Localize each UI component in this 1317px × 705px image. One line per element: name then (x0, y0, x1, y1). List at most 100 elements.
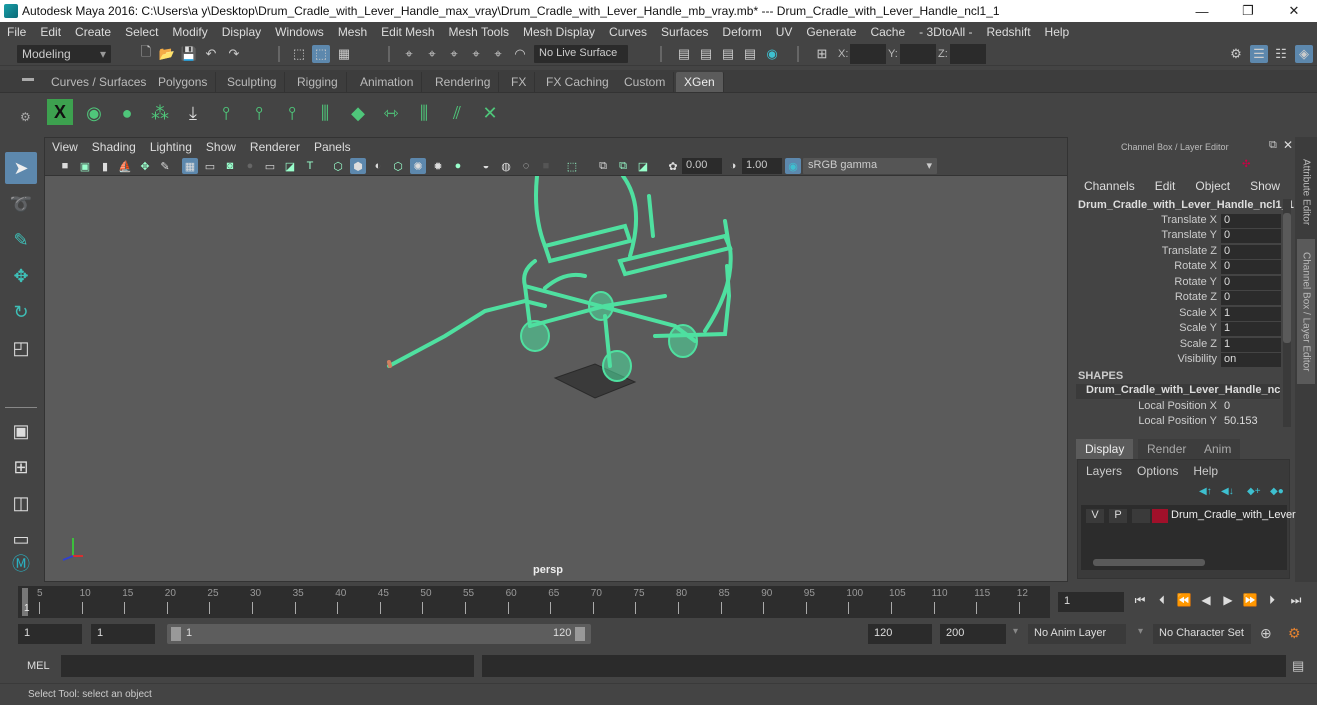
depth-of-field-icon[interactable]: ■ (538, 158, 554, 174)
grid-icon[interactable]: ▦ (182, 158, 198, 174)
single-pane-layout-icon[interactable]: ▣ (5, 415, 37, 447)
hypershade-icon[interactable]: ◉ (763, 45, 781, 63)
smooth-shade-icon[interactable]: ⬢ (350, 158, 366, 174)
range-start-handle[interactable] (171, 627, 181, 641)
menu-deform[interactable]: Deform (715, 25, 768, 39)
multisample-aa-icon[interactable]: ◌ (518, 158, 534, 174)
object-menu[interactable]: Object (1195, 179, 1230, 193)
snap-curve-icon[interactable]: ⌖ (423, 45, 441, 63)
maya-home-icon[interactable]: Ⓜ (5, 547, 37, 579)
tab-rendering[interactable]: Rendering (427, 72, 500, 92)
attr-row-rotate-y[interactable]: Rotate Y 0 (1070, 276, 1281, 291)
render-view-icon[interactable]: ▤ (675, 45, 693, 63)
menu-edit-mesh[interactable]: Edit Mesh (374, 25, 441, 39)
menu-file[interactable]: File (0, 25, 33, 39)
snap-view-plane-icon[interactable]: ⌖ (467, 45, 485, 63)
bookmark-icon[interactable]: ▮ (97, 158, 113, 174)
tab-attribute-editor[interactable]: Attribute Editor (1297, 145, 1315, 240)
menu-redshift[interactable]: Redshift (980, 25, 1038, 39)
attr-row-local-position-x[interactable]: Local Position X 0 (1070, 400, 1280, 415)
animation-preferences-icon[interactable]: ⚙ (1288, 625, 1301, 642)
menu-help[interactable]: Help (1038, 25, 1077, 39)
select-hierarchy-icon[interactable]: ⬚ (290, 45, 308, 63)
resolution-gate-icon[interactable]: ◙ (222, 158, 238, 174)
snap-point-icon[interactable]: ⌖ (445, 45, 463, 63)
attr-row-local-position-y[interactable]: Local Position Y 50.153 (1070, 415, 1280, 430)
rotate-tool-icon[interactable]: ↻ (5, 296, 37, 328)
attr-value[interactable]: 0 (1221, 400, 1281, 414)
render-settings-icon[interactable]: ▤ (741, 45, 759, 63)
save-scene-icon[interactable]: 💾 (180, 45, 198, 63)
make-live-icon[interactable]: ◠ (511, 45, 529, 63)
viewport-menu-view[interactable]: View (45, 140, 85, 154)
view-transform-dropdown[interactable]: sRGB gamma ▾ (803, 158, 937, 174)
xgen-lock-guides-icon[interactable]: ⫯ (278, 99, 306, 127)
xgen-select-guides-icon[interactable]: ⫼ (410, 99, 438, 127)
tab-polygons[interactable]: Polygons (150, 72, 217, 92)
xgen-create-description-icon[interactable]: X (47, 99, 73, 125)
tab-rigging[interactable]: Rigging (289, 72, 347, 92)
menu-select[interactable]: Select (118, 25, 165, 39)
minimize-button[interactable]: — (1179, 0, 1225, 22)
attr-value[interactable]: 1 (1221, 307, 1281, 321)
attr-value[interactable]: 0 (1221, 214, 1281, 228)
create-layer-from-selected-icon[interactable]: ◆● (1270, 486, 1284, 497)
attr-row-scale-x[interactable]: Scale X 1 (1070, 307, 1281, 322)
menu-modify[interactable]: Modify (165, 25, 214, 39)
xgen-add-guides-icon[interactable]: ⁂ (146, 99, 174, 127)
shape-name[interactable]: Drum_Cradle_with_Lever_Handle_nc... (1076, 384, 1280, 399)
use-all-lights-icon[interactable]: ✹ (430, 158, 446, 174)
go-to-end-icon[interactable]: ⏭ (1288, 592, 1304, 608)
animation-start-field[interactable]: 1 (18, 624, 82, 644)
create-empty-layer-icon[interactable]: ◆+ (1247, 486, 1261, 497)
motion-blur-icon[interactable]: ◍ (498, 158, 514, 174)
xgen-add-guide-icon[interactable]: ⫯ (212, 99, 240, 127)
tab-fx-caching[interactable]: FX Caching (538, 72, 618, 92)
auto-key-icon[interactable]: ⊕ (1260, 625, 1272, 642)
menu-generate[interactable]: Generate (799, 25, 863, 39)
menu-edit[interactable]: Edit (33, 25, 68, 39)
tool-settings-icon[interactable]: ☷ (1272, 45, 1290, 63)
channel-box-scrollbar[interactable] (1283, 199, 1291, 427)
move-layer-up-icon[interactable]: ◀↑ (1199, 486, 1212, 497)
tab-sculpting[interactable]: Sculpting (219, 72, 286, 92)
tab-channel-box-layer-editor[interactable]: Channel Box / Layer Editor (1297, 239, 1315, 384)
modeling-toolkit-icon[interactable]: ⚙ (1227, 45, 1245, 63)
range-slider-bar[interactable]: 1 120 (167, 624, 591, 644)
tab-anim-layers[interactable]: Anim (1195, 439, 1241, 459)
safe-action-icon[interactable]: ◪ (282, 158, 298, 174)
range-end-handle[interactable] (575, 627, 585, 641)
layer-hscrollbar[interactable] (1081, 557, 1287, 567)
xray-components-icon[interactable]: ◪ (635, 158, 651, 174)
new-scene-icon[interactable]: 🗋 (137, 44, 155, 63)
menu-mesh-display[interactable]: Mesh Display (516, 25, 602, 39)
help-menu[interactable]: Help (1193, 464, 1218, 478)
tab-xgen[interactable]: XGen (676, 72, 724, 92)
viewport-menu-renderer[interactable]: Renderer (243, 140, 307, 154)
four-pane-layout-icon[interactable]: ⊞ (5, 451, 37, 483)
xgen-place-guides-icon[interactable]: ⤓ (179, 99, 207, 127)
restore-button[interactable]: ❐ (1225, 0, 1271, 22)
shelf-settings-icon[interactable]: ⚙ (20, 110, 31, 124)
attr-row-translate-x[interactable]: Translate X 0 (1070, 214, 1281, 229)
scrollbar-thumb[interactable] (1283, 213, 1291, 343)
layers-menu[interactable]: Layers (1086, 464, 1122, 478)
attr-value[interactable]: 0 (1221, 229, 1281, 243)
animation-end-field[interactable]: 200 (940, 624, 1006, 644)
step-forward-key-icon[interactable]: ⏩ (1242, 592, 1258, 608)
scrollbar-thumb[interactable] (1093, 559, 1205, 566)
show-menu[interactable]: Show (1250, 179, 1280, 193)
tab-curves-surfaces[interactable]: Curves / Surfaces (43, 72, 156, 92)
channels-menu[interactable]: Channels (1084, 179, 1135, 193)
select-component-icon[interactable]: ▦ (335, 45, 353, 63)
play-backwards-icon[interactable]: ◀ (1198, 592, 1214, 608)
close-panel-icon[interactable]: ✕ (1283, 138, 1293, 152)
snap-surface-icon[interactable]: ⌖ (489, 45, 507, 63)
tab-custom[interactable]: Custom (616, 72, 675, 92)
object-name[interactable]: Drum_Cradle_with_Lever_Handle_ncl1_1 (1078, 199, 1294, 211)
menu-mesh[interactable]: Mesh (331, 25, 374, 39)
play-forwards-icon[interactable]: ▶ (1220, 592, 1236, 608)
wireframe-on-shaded-icon[interactable]: ⬡ (390, 158, 406, 174)
gamma-field[interactable]: 1.00 (742, 158, 782, 174)
y-input[interactable] (900, 44, 936, 64)
